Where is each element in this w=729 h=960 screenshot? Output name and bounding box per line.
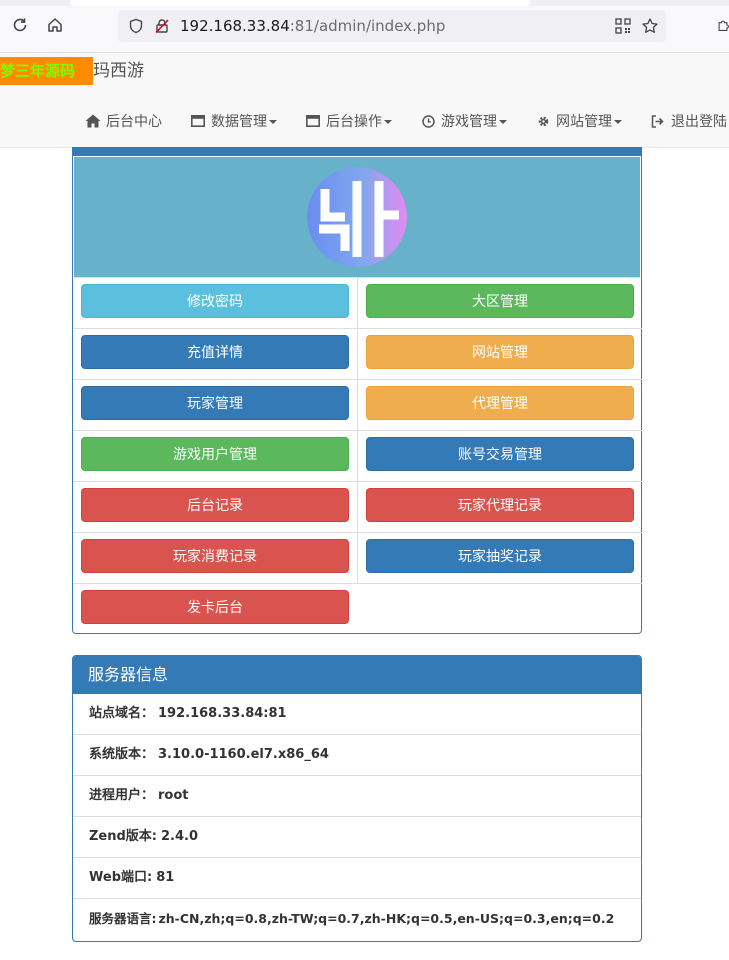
info-value: 3.10.0-1160.el7.x86_64	[158, 747, 329, 762]
recharge-details-button[interactable]: 充值详情	[81, 335, 349, 369]
site-navbar: 梦三年源码 玛西游 后台中心 数据管理 后台操作 游戏管理 网站管理 退出登陆	[0, 53, 729, 148]
card-issuing-admin-button[interactable]: 发卡后台	[81, 590, 349, 624]
clock-icon	[420, 114, 436, 128]
menu-item-logout[interactable]: 退出登陆	[650, 109, 727, 133]
panel-title: 服务器信息	[73, 656, 641, 694]
grid-cell: 充值详情	[73, 329, 357, 380]
player-management-button[interactable]: 玩家管理	[81, 386, 349, 420]
home-icon	[85, 114, 101, 128]
menu-item-game[interactable]: 游戏管理	[420, 109, 507, 133]
brand-badge[interactable]: 梦三年源码	[0, 57, 93, 85]
grid-cell: 网站管理	[357, 329, 642, 380]
info-row-domain: 站点域名： 192.168.33.84:81	[73, 694, 641, 735]
logout-icon	[650, 114, 666, 128]
menu-item-data[interactable]: 数据管理	[190, 109, 277, 133]
home-icon[interactable]	[44, 14, 66, 36]
change-password-button[interactable]: 修改密码	[81, 284, 349, 318]
menu-item-label: 网站管理	[556, 114, 612, 130]
menu-item-operations[interactable]: 后台操作	[305, 109, 392, 133]
info-label: Zend版本:	[89, 829, 158, 844]
grid-cell: 账号交易管理	[357, 431, 642, 482]
region-management-button[interactable]: 大区管理	[366, 284, 634, 318]
avatar	[307, 167, 407, 267]
panel-top-bar	[73, 147, 641, 156]
menu-item-label: 后台操作	[326, 114, 382, 130]
chevron-down-icon	[269, 120, 277, 124]
reload-icon[interactable]	[9, 14, 31, 36]
menu-item-dashboard[interactable]: 后台中心	[85, 109, 162, 133]
hero-banner	[74, 157, 640, 278]
info-value: 81	[156, 870, 175, 885]
grid-cell: 发卡后台	[73, 584, 357, 634]
grid-cell: 游戏用户管理	[73, 431, 357, 482]
grid-cell: 玩家管理	[73, 380, 357, 431]
quick-actions-panel: 修改密码 大区管理 充值详情 网站管理 玩家管理 代理管理 游戏用户管理 账号交…	[72, 147, 642, 634]
active-tab[interactable]	[70, 0, 530, 6]
info-label: Web端口:	[89, 870, 153, 885]
menu-item-label: 后台中心	[106, 114, 162, 130]
player-lottery-log-button[interactable]: 玩家抽奖记录	[366, 539, 634, 573]
player-spending-log-button[interactable]: 玩家消费记录	[81, 539, 349, 573]
info-row-web-port: Web端口: 81	[73, 858, 641, 899]
grid-cell: 修改密码	[73, 278, 357, 329]
info-value: root	[158, 788, 189, 803]
url-path: :81/admin/index.php	[289, 17, 446, 35]
window-icon	[190, 114, 206, 128]
grid-cell: 玩家消费记录	[73, 533, 357, 584]
info-value: 2.4.0	[161, 829, 199, 844]
agent-management-button[interactable]: 代理管理	[366, 386, 634, 420]
info-label: 系统版本：	[89, 747, 155, 762]
info-row-os-version: 系统版本： 3.10.0-1160.el7.x86_64	[73, 735, 641, 776]
player-agent-log-button[interactable]: 玩家代理记录	[366, 488, 634, 522]
account-trade-management-button[interactable]: 账号交易管理	[366, 437, 634, 471]
menu-item-label: 退出登陆	[671, 114, 727, 130]
bookmark-star-icon[interactable]	[641, 17, 659, 35]
chevron-down-icon	[614, 120, 622, 124]
brand-name[interactable]: 玛西游	[93, 57, 144, 85]
window-icon	[305, 114, 321, 128]
gear-icon	[535, 114, 551, 128]
grid-cell: 后台记录	[73, 482, 357, 533]
url-host: 192.168.33.84	[180, 17, 290, 35]
info-row-zend-version: Zend版本: 2.4.0	[73, 817, 641, 858]
info-value: 192.168.33.84:81	[158, 706, 287, 721]
browser-toolbar: 192.168.33.84:81/admin/index.php	[0, 0, 729, 53]
game-user-management-button[interactable]: 游戏用户管理	[81, 437, 349, 471]
info-label: 服务器语言:	[89, 911, 157, 926]
chevron-down-icon	[384, 120, 392, 124]
url-text[interactable]: 192.168.33.84:81/admin/index.php	[180, 17, 445, 35]
qr-code-icon[interactable]	[614, 17, 632, 35]
menu-item-label: 游戏管理	[441, 114, 497, 130]
menu-item-label: 数据管理	[211, 114, 267, 130]
grid-cell: 玩家代理记录	[357, 482, 642, 533]
main-menu: 后台中心 数据管理 后台操作 游戏管理 网站管理 退出登陆	[85, 109, 727, 133]
grid-cell: 玩家抽奖记录	[357, 533, 642, 584]
server-info-panel: 服务器信息 站点域名： 192.168.33.84:81 系统版本： 3.10.0-…	[72, 655, 642, 942]
website-management-button[interactable]: 网站管理	[366, 335, 634, 369]
chevron-down-icon	[499, 120, 507, 124]
address-bar[interactable]: 192.168.33.84:81/admin/index.php	[118, 10, 666, 42]
admin-log-button[interactable]: 后台记录	[81, 488, 349, 522]
info-label: 进程用户：	[89, 788, 155, 803]
grid-cell: 大区管理	[357, 278, 642, 329]
info-row-server-language: 服务器语言: zh-CN,zh;q=0.8,zh-TW;q=0.7,zh-HK;q…	[73, 899, 641, 939]
grid-cell: 代理管理	[357, 380, 642, 431]
info-row-process-user: 进程用户： root	[73, 776, 641, 817]
info-value: zh-CN,zh;q=0.8,zh-TW;q=0.7,zh-HK;q=0.5,e…	[158, 911, 615, 926]
shield-icon[interactable]	[128, 18, 144, 34]
extensions-icon[interactable]	[716, 14, 729, 36]
info-label: 站点域名：	[89, 706, 155, 721]
insecure-lock-icon[interactable]	[154, 18, 170, 34]
tab-strip	[0, 0, 729, 6]
menu-item-site[interactable]: 网站管理	[535, 109, 622, 133]
